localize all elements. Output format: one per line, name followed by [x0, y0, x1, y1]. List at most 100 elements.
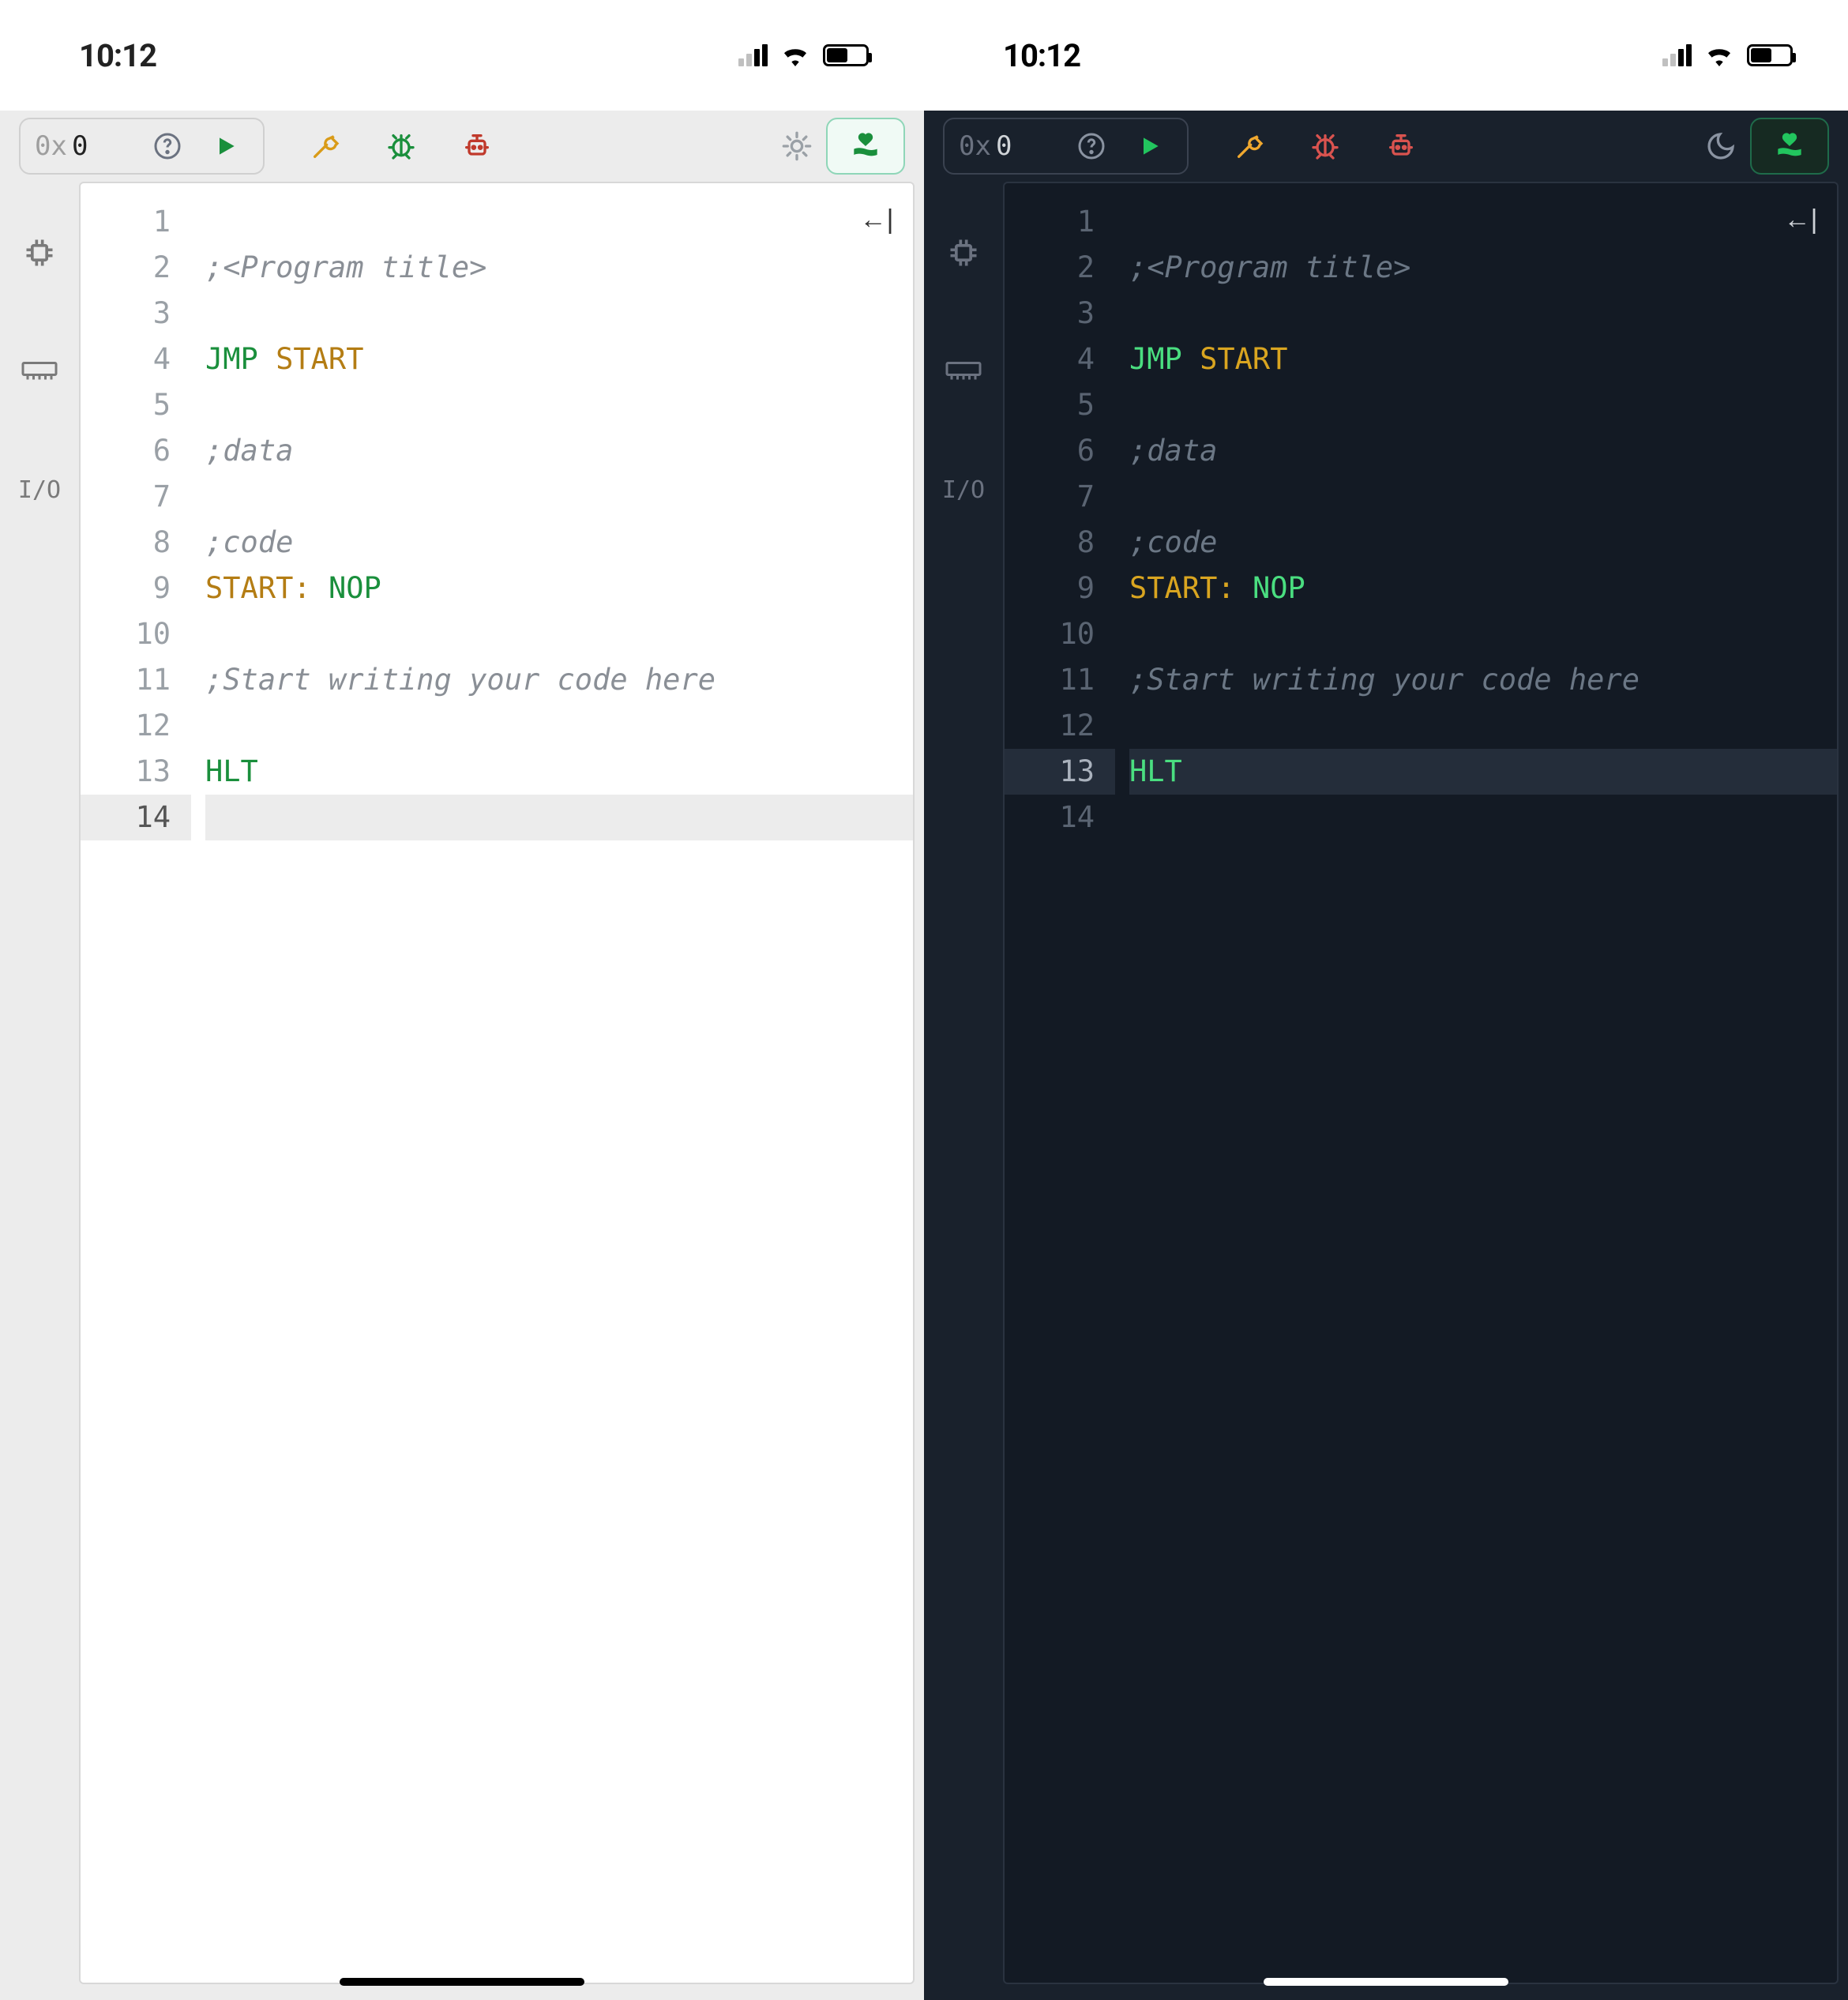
memory-icon: [945, 359, 982, 383]
toolbar-middle: [296, 118, 506, 175]
dark-pane: 10:12 0x: [924, 0, 1848, 2000]
token-ident: START:: [1129, 571, 1253, 605]
tools-button[interactable]: [296, 118, 355, 175]
compile-button[interactable]: [1372, 118, 1430, 175]
home-indicator[interactable]: [340, 1978, 584, 1986]
light-pane: 10:12 0x: [0, 0, 924, 2000]
side-rail: I/O: [0, 182, 79, 2000]
line-number: 12: [81, 703, 191, 749]
line-number: 5: [81, 382, 191, 428]
address-prefix: 0x: [959, 130, 991, 162]
address-input[interactable]: [67, 130, 138, 162]
line-gutter: 1234567891011121314: [1005, 183, 1115, 1983]
address-prefix: 0x: [35, 130, 67, 162]
play-icon: [213, 133, 239, 159]
token-comment: ;<Program title>: [1129, 250, 1410, 284]
memory-tab[interactable]: [16, 348, 63, 395]
content-row: I/O ←| 1234567891011121314 ;<Program tit…: [924, 182, 1848, 2000]
memory-icon: [21, 359, 58, 383]
theme-toggle-button[interactable]: [1692, 118, 1750, 175]
run-button[interactable]: [1121, 118, 1179, 175]
cpu-icon: [946, 235, 981, 270]
home-indicator[interactable]: [1264, 1978, 1508, 1986]
code-line: START: NOP: [1129, 566, 1837, 611]
io-label: I/O: [942, 476, 985, 504]
line-number: 3: [1005, 291, 1115, 336]
code-line: [1129, 795, 1837, 840]
debug-button[interactable]: [1296, 118, 1354, 175]
code-line: [1129, 611, 1837, 657]
token-ident: START:: [205, 571, 329, 605]
code-area[interactable]: ;<Program title>JMP START;data;codeSTART…: [1115, 183, 1837, 1983]
token-keyword: HLT: [1129, 754, 1182, 788]
help-button[interactable]: [138, 118, 197, 175]
line-number: 7: [1005, 474, 1115, 520]
token-comment: ;Start writing your code here: [1129, 663, 1640, 697]
tools-button[interactable]: [1220, 118, 1279, 175]
help-button[interactable]: [1062, 118, 1121, 175]
editor: ←| 1234567891011121314 ;<Program title>J…: [79, 182, 915, 1984]
toolbar: 0x: [924, 111, 1848, 182]
compile-button[interactable]: [448, 118, 506, 175]
status-time: 10:12: [79, 37, 156, 74]
help-icon: [153, 132, 182, 160]
editor: ←| 1234567891011121314 ;<Program title>J…: [1003, 182, 1839, 1984]
theme-toggle-button[interactable]: [768, 118, 826, 175]
line-number: 4: [1005, 336, 1115, 382]
token-ident: START: [1200, 342, 1287, 376]
token-keyword: NOP: [1253, 571, 1305, 605]
code-line: [205, 291, 913, 336]
line-number: 5: [1005, 382, 1115, 428]
io-label: I/O: [18, 476, 61, 504]
token-comment: ;code: [205, 525, 293, 559]
line-number: 14: [1005, 795, 1115, 840]
robot-icon: [1385, 130, 1417, 162]
code-line: ;data: [205, 428, 913, 474]
cpu-tab[interactable]: [940, 229, 987, 276]
io-tab[interactable]: I/O: [940, 466, 987, 513]
line-number: 12: [1005, 703, 1115, 749]
debug-button[interactable]: [372, 118, 430, 175]
line-number: 13: [81, 749, 191, 795]
content-row: I/O ←| 1234567891011121314 ;<Program tit…: [0, 182, 924, 2000]
line-gutter: 1234567891011121314: [81, 183, 191, 1983]
donate-button[interactable]: [1750, 118, 1829, 175]
code-line: [1129, 291, 1837, 336]
line-number: 1: [1005, 199, 1115, 245]
token-comment: ;Start writing your code here: [205, 663, 716, 697]
line-number: 4: [81, 336, 191, 382]
line-number: 8: [81, 520, 191, 566]
address-group: 0x: [943, 118, 1189, 175]
wifi-icon: [1704, 44, 1734, 66]
token-keyword: JMP: [205, 342, 276, 376]
line-number: 6: [81, 428, 191, 474]
io-tab[interactable]: I/O: [16, 466, 63, 513]
code-line: [205, 795, 913, 840]
line-number: 2: [81, 245, 191, 291]
code-line: JMP START: [205, 336, 913, 382]
token-keyword: JMP: [1129, 342, 1200, 376]
code-line: ;Start writing your code here: [205, 657, 913, 703]
code-line: [1129, 382, 1837, 428]
address-input[interactable]: [991, 130, 1062, 162]
line-number: 1: [81, 199, 191, 245]
code-area[interactable]: ;<Program title>JMP START;data;codeSTART…: [191, 183, 913, 1983]
cpu-tab[interactable]: [16, 229, 63, 276]
code-line: ;<Program title>: [1129, 245, 1837, 291]
toolbar-middle: [1220, 118, 1430, 175]
line-number: 11: [81, 657, 191, 703]
code-line: [205, 474, 913, 520]
bug-icon: [1309, 130, 1341, 162]
code-line: START: NOP: [205, 566, 913, 611]
status-bar: 10:12: [924, 0, 1848, 111]
robot-icon: [461, 130, 493, 162]
memory-tab[interactable]: [940, 348, 987, 395]
code-line: ;code: [1129, 520, 1837, 566]
donate-button[interactable]: [826, 118, 905, 175]
heart-hand-icon: [848, 129, 883, 164]
side-rail: I/O: [924, 182, 1003, 2000]
run-button[interactable]: [197, 118, 255, 175]
heart-hand-icon: [1772, 129, 1807, 164]
wifi-icon: [780, 44, 810, 66]
code-line: ;code: [205, 520, 913, 566]
